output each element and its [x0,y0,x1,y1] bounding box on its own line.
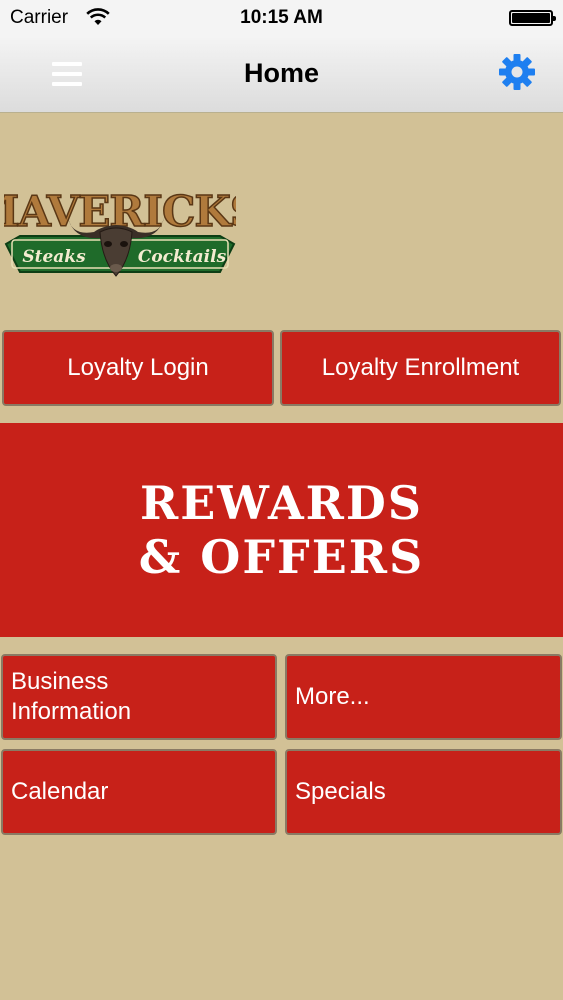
specials-label: Specials [295,778,386,805]
battery-icon [509,10,556,26]
calendar-button[interactable]: Calendar [1,749,277,835]
loyalty-enrollment-label: Loyalty Enrollment [321,354,520,381]
business-information-label: Business Information [11,668,132,725]
more-button[interactable]: More... [285,654,562,740]
logo-right-word: Cocktails [138,247,227,267]
specials-button[interactable]: Specials [285,749,562,835]
gear-icon[interactable] [498,53,536,91]
business-information-button[interactable]: Business Information [1,654,277,740]
more-label: More... [295,683,370,710]
calendar-label: Calendar [11,778,109,805]
loyalty-enrollment-button[interactable]: Loyalty Enrollment [280,330,561,406]
loyalty-login-button[interactable]: Loyalty Login [2,330,274,406]
banner-line-2: & OFFERS [138,530,425,584]
banner-line-1: REWARDS [139,476,424,530]
status-bar: Carrier 10:15 AM [0,0,563,36]
mavericks-logo: MAVERICKS Steaks Cocktails [4,186,236,277]
page-title: Home [243,58,319,88]
loyalty-login-label: Loyalty Login [67,354,209,381]
nav-bar: Home [0,36,563,113]
clock: 10:15 AM [240,7,323,28]
logo-left-word: Steaks [22,247,86,267]
rewards-offers-banner[interactable]: REWARDS & OFFERS [0,423,563,637]
